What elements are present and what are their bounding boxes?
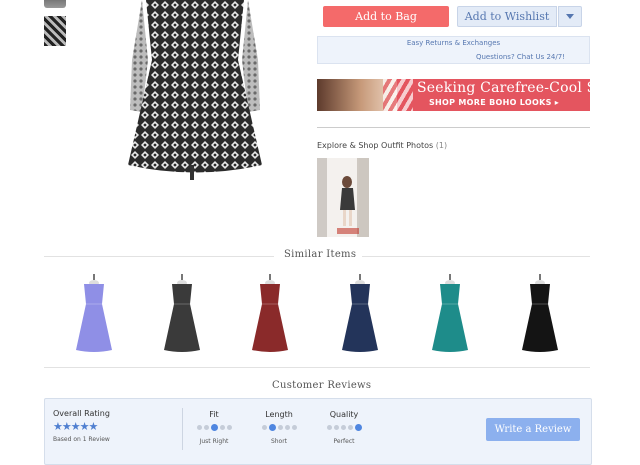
product-main-image [128,0,262,180]
product-thumbnail[interactable] [44,0,66,8]
divider [44,256,274,257]
product-thumbnail[interactable] [44,16,66,46]
rating-dot [284,425,290,430]
rating-dot [333,425,339,430]
metric-length-value: Short [270,438,288,445]
outfit-photos-count: (1) [435,141,448,150]
similar-items-title: Similar Items [284,249,357,260]
outfit-photos-heading: Explore & Shop Outfit Photos (1) [317,141,447,150]
banner-title: Seeking Carefree-Cool Style? [417,80,590,96]
rating-dot [277,425,283,430]
rating-dot [261,425,267,430]
rating-dot [340,425,346,430]
wishlist-dropdown-button[interactable] [558,6,582,27]
rating-dot [268,424,276,431]
rating-dot [196,425,202,430]
similar-item-1[interactable] [72,274,116,354]
metric-quality-value: Perfect [333,438,355,445]
add-to-bag-button[interactable]: Add to Bag [323,6,449,27]
similar-item-6[interactable] [518,274,562,354]
divider [182,408,183,450]
rating-dot [354,424,362,431]
rating-dot [326,425,332,430]
similar-item-3[interactable] [248,274,292,354]
overall-rating-label: Overall Rating [53,409,110,418]
metric-quality-label: Quality [329,410,359,419]
rating-dot [291,425,297,430]
review-count: Based on 1 Review [53,436,110,443]
chevron-down-icon [566,14,574,19]
promo-banner[interactable]: Seeking Carefree-Cool Style? SHOP MORE B… [317,79,590,111]
outfit-photo[interactable] [317,158,369,237]
rating-dot [347,425,353,430]
star-rating-icon: ★★★★★ [53,420,98,433]
similar-item-5[interactable] [428,274,472,354]
banner-decoration [383,79,413,111]
rating-dot [210,424,218,431]
metric-length-label: Length [265,410,293,419]
similar-item-4[interactable] [338,274,382,354]
banner-cta: SHOP MORE BOHO LOOKS ▸ [429,98,560,107]
outfit-photos-label: Explore & Shop Outfit Photos [317,141,434,150]
customer-reviews-title: Customer Reviews [272,380,372,391]
similar-item-2[interactable] [160,274,204,354]
rating-dot [226,425,232,430]
outfit-photo-image [317,158,369,237]
service-info-box: Easy Returns & Exchanges Questions? Chat… [317,36,590,64]
metric-fit-label: Fit [209,410,219,419]
divider [362,256,590,257]
metric-length-scale [249,424,309,432]
chat-link[interactable]: Questions? Chat Us 24/7! [476,53,565,61]
write-review-button[interactable]: Write a Review [486,418,580,441]
metric-quality-scale [314,424,374,432]
metric-fit-scale [184,424,244,432]
add-to-wishlist-button[interactable]: Add to Wishlist [457,6,557,27]
metric-fit-value: Just Right [199,438,229,445]
rating-dot [203,425,209,430]
divider [317,127,590,128]
returns-link[interactable]: Easy Returns & Exchanges [318,39,589,47]
divider [44,367,590,368]
rating-dot [219,425,225,430]
